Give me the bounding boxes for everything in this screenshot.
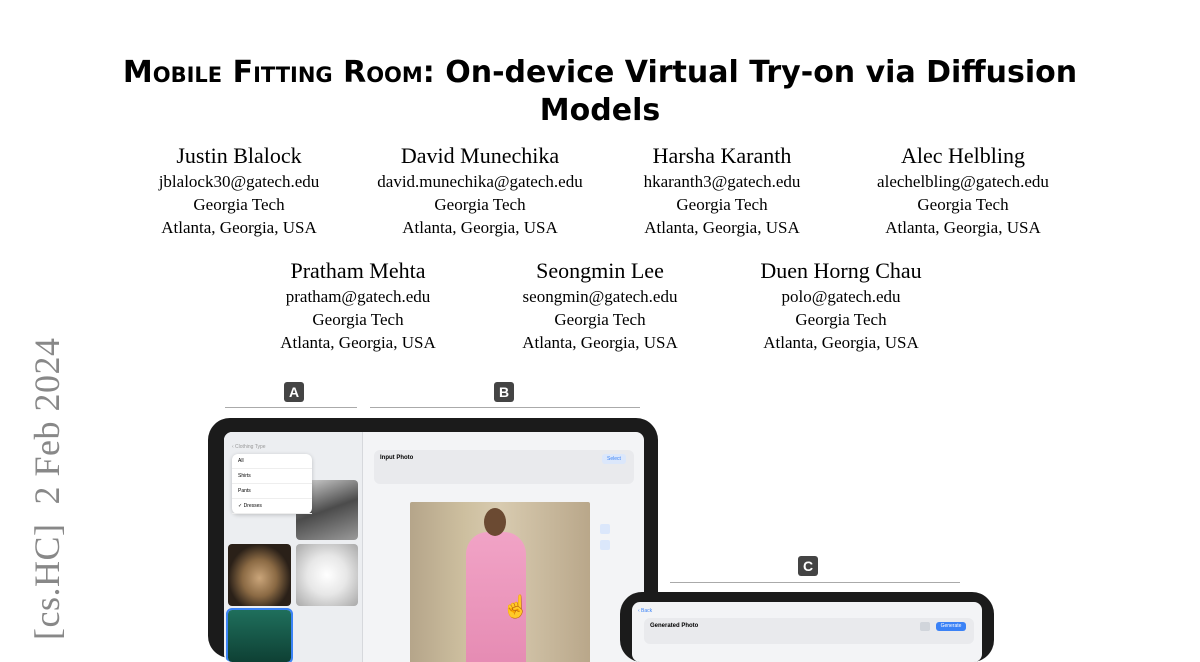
author-location: Atlanta, Georgia, USA [280, 333, 436, 352]
author-name: Justin Blalock [176, 143, 302, 168]
input-photo-panel: Input Photo Select [374, 450, 634, 484]
author-location: Atlanta, Georgia, USA [644, 218, 800, 237]
author-location: Atlanta, Georgia, USA [161, 218, 317, 237]
arxiv-stamp: [cs.HC] 2 Feb 2024 [27, 337, 67, 640]
back-link[interactable]: ‹ Back [638, 608, 652, 614]
title-rest: : On-device Virtual Try-on via Diffusion [422, 55, 1078, 90]
author-email: seongmin@gatech.edu [522, 287, 678, 306]
author-card: Duen Horng Chau polo@gatech.edu Georgia … [716, 257, 966, 354]
author-card: Harsha Karanth hkaranth3@gatech.edu Geor… [597, 142, 847, 239]
author-email: jblalock30@gatech.edu [158, 172, 320, 191]
author-affiliation: Georgia Tech [795, 310, 887, 329]
author-location: Atlanta, Georgia, USA [885, 218, 1041, 237]
input-photo: ☝ [410, 502, 590, 662]
author-name: Seongmin Lee [536, 258, 664, 283]
figure-badge-a: A [284, 382, 304, 402]
author-name: Harsha Karanth [652, 143, 792, 168]
clothing-sidebar: ‹ Clothing Type All Shirts Pants ✓ Dress… [224, 432, 363, 662]
input-photo-title: Input Photo [380, 455, 414, 461]
author-card: Seongmin Lee seongmin@gatech.edu Georgia… [475, 257, 725, 354]
clothing-thumbnail[interactable] [228, 544, 291, 606]
download-icon[interactable] [600, 540, 610, 550]
clothing-thumbnail[interactable] [296, 544, 358, 606]
author-card: David Munechika david.munechika@gatech.e… [355, 142, 605, 239]
generated-photo-title: Generated Photo [650, 623, 699, 629]
author-affiliation: Georgia Tech [193, 195, 285, 214]
menu-item-dresses[interactable]: ✓ Dresses [232, 499, 312, 514]
menu-item-pants[interactable]: Pants [232, 484, 312, 499]
figure-badge-c: C [798, 556, 818, 576]
menu-item-all[interactable]: All [232, 454, 312, 469]
author-affiliation: Georgia Tech [917, 195, 1009, 214]
author-card: Alec Helbling alechelbling@gatech.edu Ge… [838, 142, 1088, 239]
select-button[interactable]: Select [602, 454, 626, 464]
author-email: polo@gatech.edu [781, 287, 901, 306]
author-card: Justin Blalock jblalock30@gatech.edu Geo… [114, 142, 364, 239]
sidebar-header: ‹ Clothing Type [232, 444, 266, 450]
author-email: alechelbling@gatech.edu [877, 172, 1049, 191]
rotate-icon[interactable] [600, 524, 610, 534]
author-email: hkaranth3@gatech.edu [643, 172, 801, 191]
hand-pointer-icon: ☝ [502, 594, 530, 619]
settings-icon[interactable] [920, 622, 930, 631]
paper-title: Mobile Fitting Room: On-device Virtual T… [100, 54, 1100, 92]
badge-b-rule [370, 407, 640, 408]
tablet-device-secondary: ‹ Back Generated Photo Generate [620, 592, 994, 662]
clothing-type-menu: All Shirts Pants ✓ Dresses [232, 454, 312, 514]
author-email: david.munechika@gatech.edu [377, 172, 583, 191]
clothing-thumbnail-selected[interactable] [226, 608, 293, 662]
author-affiliation: Georgia Tech [434, 195, 526, 214]
badge-a-rule [225, 407, 357, 408]
tablet-screen: ‹ Clothing Type All Shirts Pants ✓ Dress… [224, 432, 644, 662]
author-affiliation: Georgia Tech [312, 310, 404, 329]
menu-item-shirts[interactable]: Shirts [232, 469, 312, 484]
author-name: David Munechika [400, 143, 560, 168]
tablet-screen: ‹ Back Generated Photo Generate [632, 602, 982, 662]
author-card: Pratham Mehta pratham@gatech.edu Georgia… [233, 257, 483, 354]
author-affiliation: Georgia Tech [676, 195, 768, 214]
generated-photo-panel: Generated Photo Generate [644, 618, 974, 644]
author-location: Atlanta, Georgia, USA [402, 218, 558, 237]
person-head [484, 508, 506, 536]
author-affiliation: Georgia Tech [554, 310, 646, 329]
author-email: pratham@gatech.edu [285, 287, 431, 306]
paper-title-line2: Models [539, 93, 661, 128]
author-location: Atlanta, Georgia, USA [763, 333, 919, 352]
title-smallcaps: Mobile Fitting Room [122, 55, 423, 90]
author-name: Alec Helbling [900, 143, 1026, 168]
tablet-device-main: ‹ Clothing Type All Shirts Pants ✓ Dress… [208, 418, 658, 662]
generate-button[interactable]: Generate [936, 622, 966, 631]
author-name: Duen Horng Chau [760, 258, 922, 283]
author-location: Atlanta, Georgia, USA [522, 333, 678, 352]
badge-c-rule [670, 582, 960, 583]
author-name: Pratham Mehta [290, 258, 426, 283]
figure-badge-b: B [494, 382, 514, 402]
